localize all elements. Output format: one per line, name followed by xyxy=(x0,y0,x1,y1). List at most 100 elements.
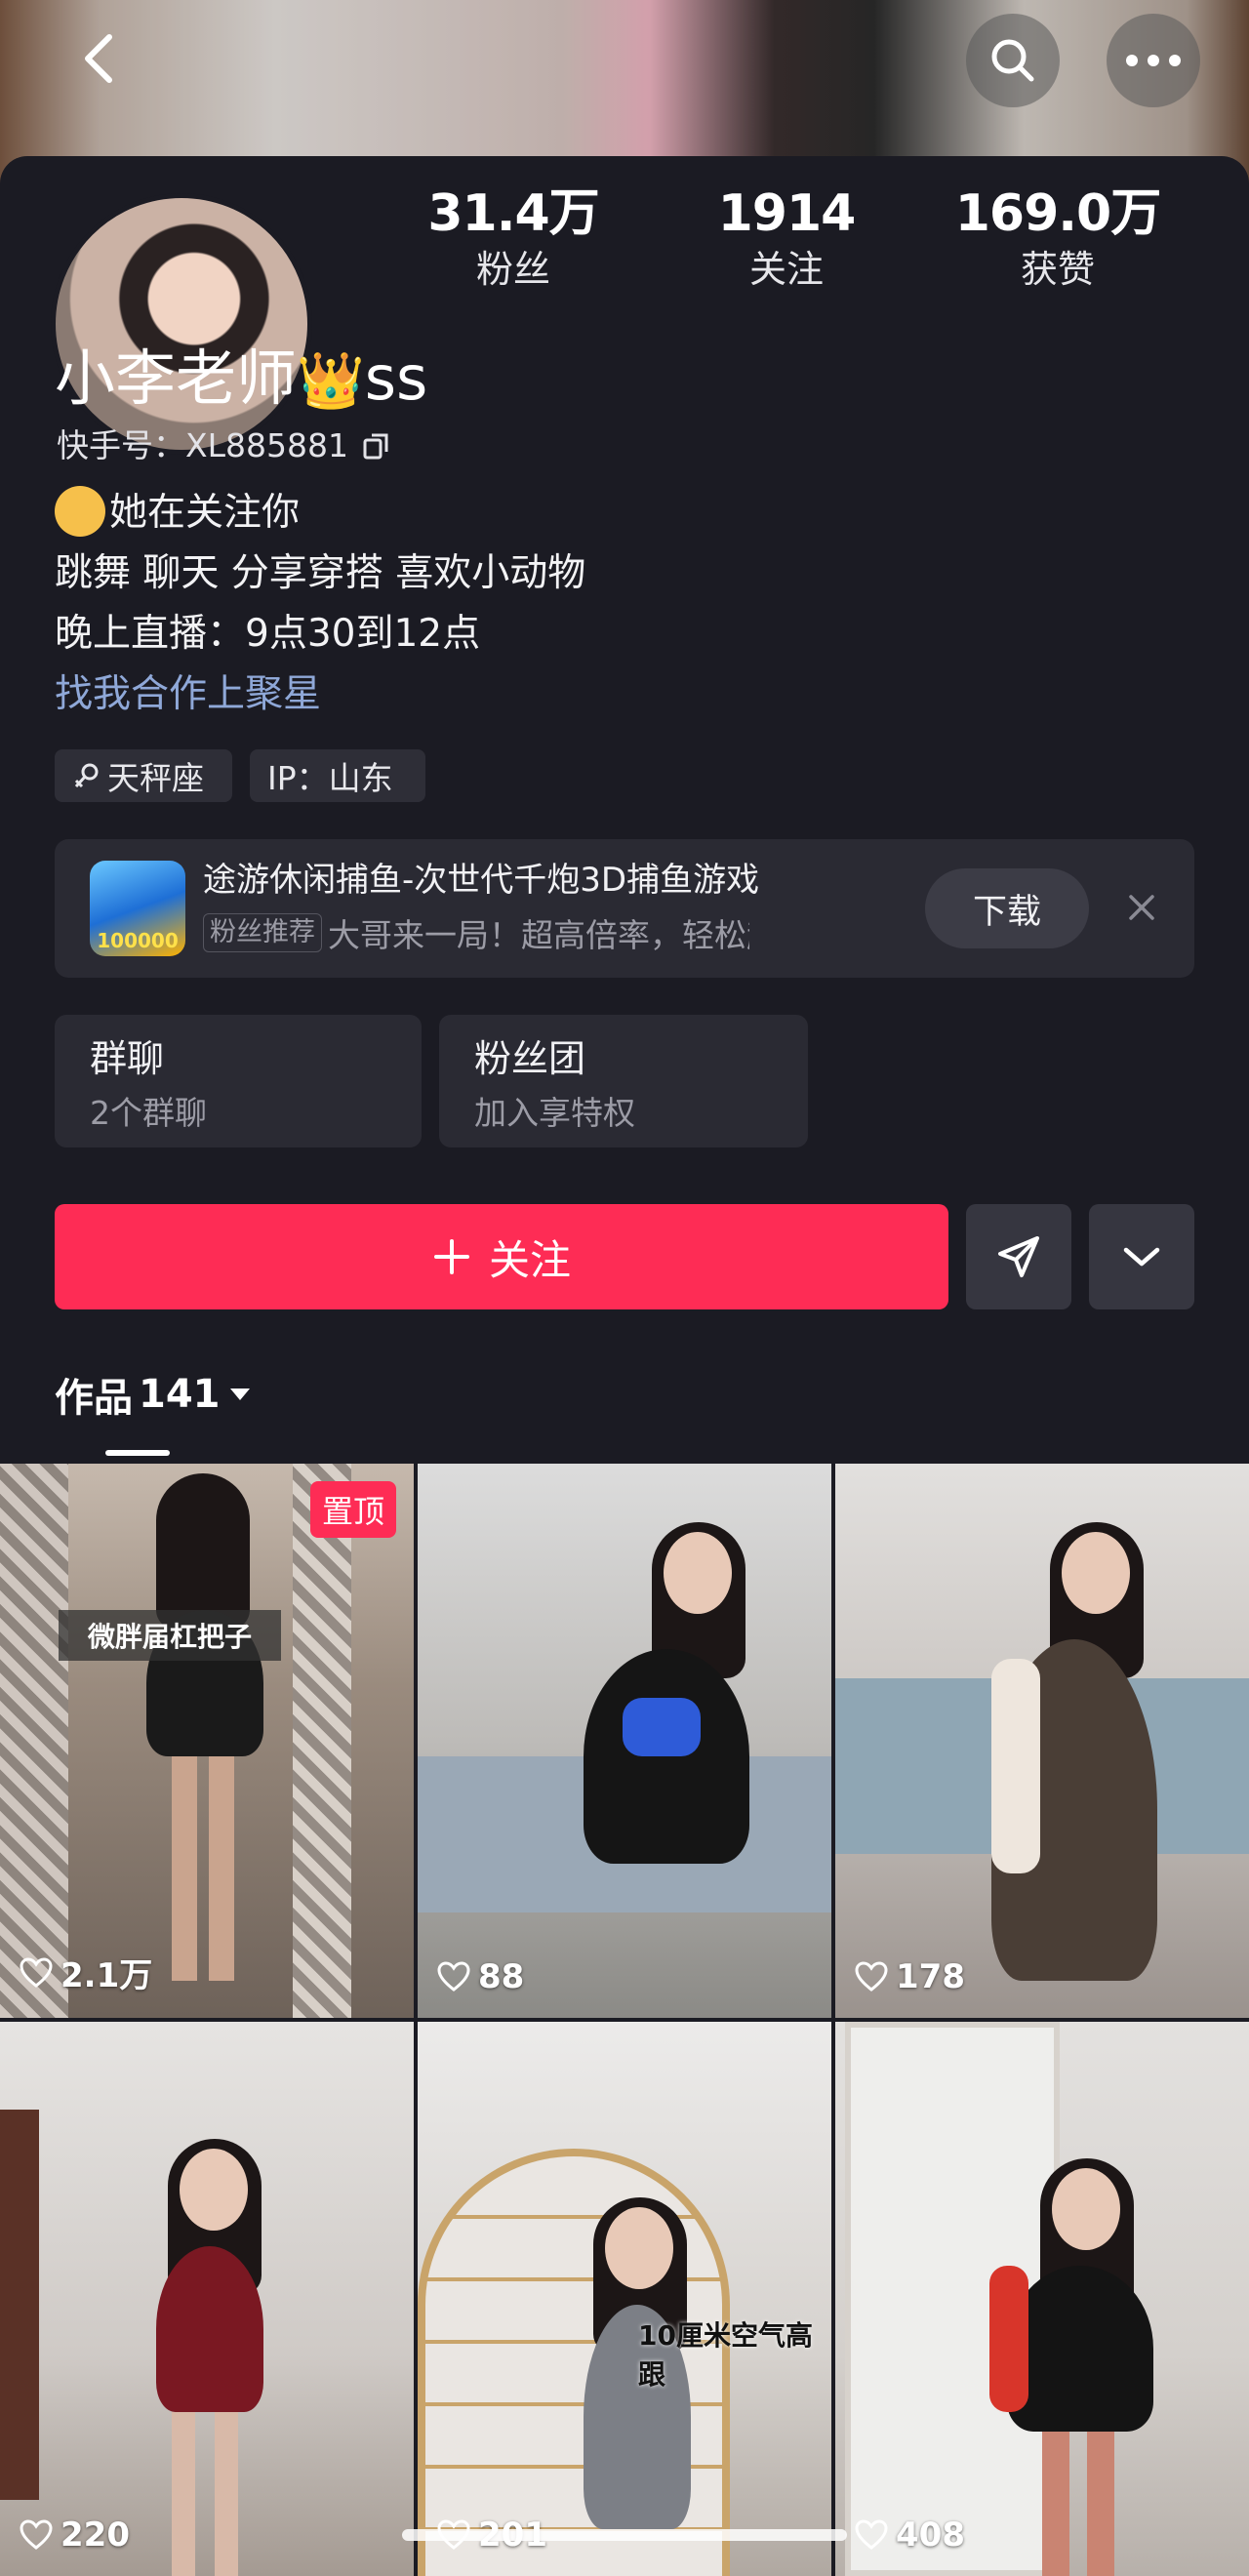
tab-underline xyxy=(105,1450,170,1456)
heart-icon xyxy=(437,1961,470,1992)
heart-icon xyxy=(855,1961,888,1992)
crown-icon: 👑 xyxy=(297,349,365,413)
video-tile[interactable]: 220 xyxy=(0,2022,414,2576)
more-button[interactable] xyxy=(1107,14,1200,107)
bio-line-2: 晚上直播：9点30到12点 xyxy=(55,612,481,656)
tag-ip: IP：山东 xyxy=(250,749,425,802)
tab-works[interactable]: 作品 141 xyxy=(55,1366,254,1423)
name-text: 小李老师 xyxy=(55,342,298,414)
figure-leg xyxy=(215,2412,238,2576)
chevron-down-icon xyxy=(1123,1247,1160,1267)
likes-count: 2.1万 xyxy=(60,1956,153,1995)
video-tile[interactable]: 置顶 微胖届杠把子 2.1万 xyxy=(0,1464,414,2018)
follow-label: 关注 xyxy=(488,1235,571,1284)
figure-head xyxy=(1062,1532,1130,1614)
heart-icon xyxy=(20,1956,53,1988)
fan-club-sub: 加入享特权 xyxy=(474,1094,635,1132)
figure-leg xyxy=(172,1756,197,1981)
game-icon-badge: 100000 xyxy=(97,929,179,952)
stat-value: 1914 xyxy=(717,184,857,243)
figure-head xyxy=(605,2207,673,2289)
video-caption: 10厘米空气高跟 xyxy=(638,2319,813,2391)
following-note-text: 她在关注你 xyxy=(109,491,301,535)
close-icon xyxy=(1129,895,1154,920)
stat-following[interactable]: 1914 关注 xyxy=(650,181,923,293)
heart-icon xyxy=(20,2519,53,2550)
send-icon xyxy=(998,1236,1039,1277)
stat-label: 获赞 xyxy=(1020,248,1095,291)
ad-close-button[interactable] xyxy=(1114,880,1169,935)
figure-boot xyxy=(991,1659,1040,1873)
figure-leg xyxy=(1042,2432,1069,2576)
video-likes: 178 xyxy=(855,1957,965,1996)
likes-count: 408 xyxy=(896,2516,965,2555)
figure-gloves xyxy=(989,2266,1028,2412)
search-button[interactable] xyxy=(966,14,1060,107)
ad-banner[interactable]: 100000 途游休闲捕鱼-次世代千炮3D捕鱼游戏 粉丝推荐 大哥来一局！超高倍率… xyxy=(55,839,1194,978)
figure-head xyxy=(1052,2168,1120,2250)
group-chat-card[interactable]: 群聊 2个群聊 xyxy=(55,1015,422,1147)
home-indicator[interactable] xyxy=(402,2529,847,2541)
back-button[interactable] xyxy=(59,20,137,98)
ad-title: 途游休闲捕鱼-次世代千炮3D捕鱼游戏 xyxy=(203,861,760,900)
chevron-left-icon xyxy=(85,34,112,83)
stat-likes[interactable]: 169.0万 获赞 xyxy=(921,181,1194,293)
tag-zodiac-text: 天秤座 xyxy=(107,759,204,797)
figure-body xyxy=(1007,2266,1153,2432)
stat-label: 关注 xyxy=(748,248,824,291)
figure-leg xyxy=(209,1756,234,1981)
search-icon xyxy=(991,39,1034,82)
stat-value: 169.0万 xyxy=(954,184,1161,243)
tile-decor xyxy=(293,1464,351,2018)
figure-head xyxy=(180,2149,248,2231)
name-suffix: ss xyxy=(364,342,428,414)
ad-desc-row: 粉丝推荐大哥来一局！超高倍率，轻松起… xyxy=(203,909,749,956)
recommend-dropdown-button[interactable] xyxy=(1089,1204,1194,1309)
video-tile[interactable]: 408 xyxy=(835,2022,1249,2576)
fan-club-card[interactable]: 粉丝团 加入享特权 xyxy=(439,1015,808,1147)
video-likes: 220 xyxy=(20,2516,130,2555)
bio-line-1: 跳舞 聊天 分享穿搭 喜欢小动物 xyxy=(55,551,586,595)
video-tile[interactable]: 178 xyxy=(835,1464,1249,2018)
plus-icon xyxy=(433,1239,469,1274)
figure-body xyxy=(156,2246,263,2412)
video-likes: 2.1万 xyxy=(20,1949,152,1996)
group-chat-title: 群聊 xyxy=(90,1037,165,1080)
tile-door xyxy=(0,2110,39,2500)
stat-value: 31.4万 xyxy=(427,184,599,243)
game-app-icon: 100000 xyxy=(90,861,185,956)
likes-count: 88 xyxy=(478,1957,525,1996)
zodiac-icon xyxy=(74,763,99,788)
following-note: 她在关注你 xyxy=(55,485,301,541)
heart-icon xyxy=(855,2519,888,2550)
video-likes: 408 xyxy=(855,2516,965,2555)
cooperation-link[interactable]: 找我合作上聚星 xyxy=(55,667,321,722)
ad-desc: 大哥来一局！超高倍率，轻松起… xyxy=(328,916,749,954)
figure-hair xyxy=(156,1473,250,1630)
figure-leg xyxy=(172,2412,195,2576)
tile-decor xyxy=(0,1464,68,2018)
stat-followers[interactable]: 31.4万 粉丝 xyxy=(377,181,650,293)
tag-ip-text: IP：山东 xyxy=(267,759,393,797)
video-tile[interactable]: 10厘米空气高跟 201 xyxy=(418,2022,831,2576)
likes-count: 178 xyxy=(896,1957,965,1996)
download-button[interactable]: 下载 xyxy=(925,868,1089,948)
copy-icon[interactable] xyxy=(362,431,391,461)
video-tile[interactable]: 88 xyxy=(418,1464,831,2018)
woman-face-icon xyxy=(55,485,105,537)
kuaishou-id: 快手号：XL885881 xyxy=(57,422,391,470)
tab-works-count: 141 xyxy=(139,1372,221,1417)
likes-count: 220 xyxy=(60,2516,130,2555)
tab-works-label: 作品 xyxy=(55,1376,133,1421)
follow-button[interactable]: 关注 xyxy=(55,1204,948,1309)
tag-zodiac[interactable]: 天秤座 xyxy=(55,749,232,802)
video-likes: 88 xyxy=(437,1957,524,1996)
figure-leg xyxy=(1087,2432,1114,2576)
message-button[interactable] xyxy=(966,1204,1071,1309)
video-caption: 微胖届杠把子 xyxy=(59,1610,282,1661)
fan-club-title: 粉丝团 xyxy=(474,1037,586,1080)
stat-label: 粉丝 xyxy=(475,248,550,291)
profile-name: 小李老师👑ss xyxy=(55,338,427,423)
figure-body xyxy=(584,1649,749,1864)
figure-gloves xyxy=(623,1698,701,1756)
